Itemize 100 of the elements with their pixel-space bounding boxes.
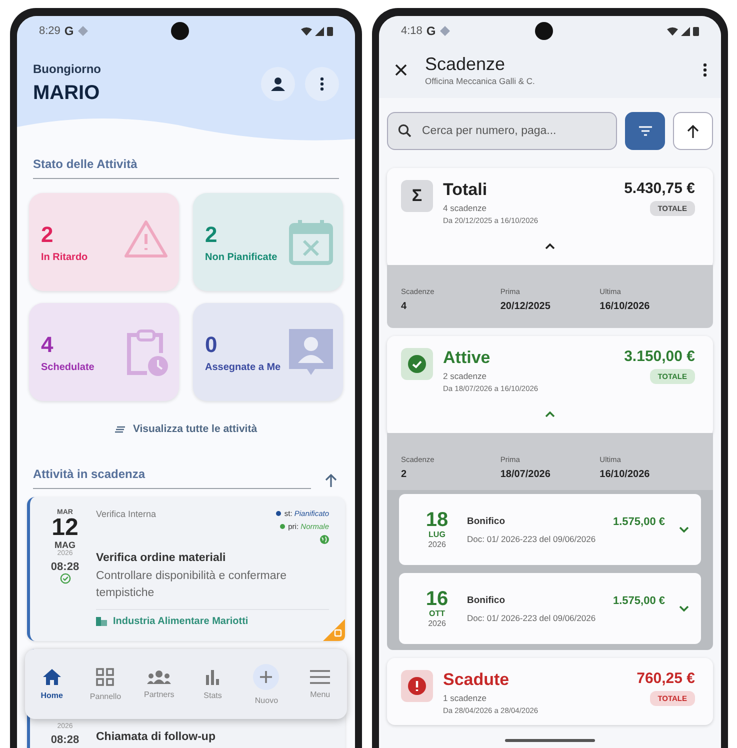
stat-label: Non Pianificate	[205, 252, 278, 262]
day-number: 12	[52, 516, 78, 540]
stat-value: 4	[41, 332, 54, 358]
person-icon	[271, 76, 285, 90]
payment-method: Bonifico	[467, 594, 505, 606]
filter-button[interactable]	[625, 112, 665, 150]
person-icon	[289, 329, 333, 377]
item-amount: 1.575,00 €	[613, 516, 665, 528]
status-carrier: G	[426, 24, 436, 38]
group-title: Attive	[443, 348, 492, 368]
stat-value: 16/10/2026	[600, 469, 651, 480]
view-all-link[interactable]: Visualizza tutte le attività	[112, 421, 260, 437]
menu-icon	[310, 670, 330, 684]
battery-icon	[327, 26, 334, 36]
building-icon	[96, 616, 107, 626]
signal-icon	[315, 26, 324, 36]
deadline-item[interactable]: 18 LUG 2026 Bonifico 1.575,00 € Doc: 01/ 2026-223 del 09/06/2026	[399, 494, 701, 565]
nav-item[interactable]: Home	[32, 664, 72, 704]
stat-value: 2	[41, 222, 54, 248]
activity-title: Verifica ordine materiali	[96, 552, 227, 564]
front-camera-icon	[171, 22, 190, 40]
deadline-count: 1 scadenze	[443, 693, 488, 703]
day-number: 16	[426, 589, 448, 609]
section-title: Attività in scadenza	[33, 467, 311, 489]
stat-value: 4	[401, 301, 408, 312]
payment-method: Bonifico	[467, 516, 505, 528]
dashboard-icon	[96, 668, 114, 686]
group-icon	[147, 670, 172, 684]
status-time: 4:18	[401, 25, 422, 37]
more-button[interactable]	[701, 61, 709, 79]
deadline-count: 2 scadenze	[443, 371, 488, 381]
filter-icon	[638, 126, 652, 136]
sort-button[interactable]	[323, 472, 339, 489]
nav-item[interactable]: Partners	[139, 666, 180, 702]
company-name: Industria Alimentare Mariotti	[113, 616, 248, 626]
plus-icon	[253, 664, 280, 690]
section-title: Stato delle Attività	[33, 157, 339, 179]
screen-subtitle: Officina Meccanica Galli & C.	[425, 76, 536, 86]
sort-button[interactable]	[673, 112, 713, 150]
activity-description: Controllare disponibilità e confermare tempistiche	[96, 569, 288, 602]
deadline-item[interactable]: 16 OTT 2026 Bonifico 1.575,00 € Doc: 01/ 2026-223 del 09/06/2026	[399, 573, 701, 644]
group-title: Scadute	[443, 670, 510, 690]
activity-title: Chiamata di follow-up	[96, 730, 216, 742]
status-carrier: G	[64, 24, 74, 38]
expand-button[interactable]	[677, 604, 691, 614]
signal-icon	[681, 26, 690, 36]
user-name: MARIO	[33, 82, 101, 105]
diamond-icon	[440, 26, 450, 36]
nav-item[interactable]: Stats	[192, 664, 233, 704]
deadline-count: 4 scadenze	[443, 203, 488, 213]
screen-title: Scadenze	[425, 54, 506, 75]
stat-card[interactable]: 4 Schedulate	[29, 303, 179, 401]
status-time: 8:29	[39, 25, 60, 37]
chevron-up-icon	[545, 411, 555, 417]
total-amount: 5.430,75 €	[624, 180, 695, 197]
document-reference: Doc: 01/ 2026-223 del 09/06/2026	[467, 612, 597, 622]
front-camera-icon	[535, 22, 554, 40]
stat-value: 16/10/2026	[600, 301, 651, 312]
search-field[interactable]: Cerca per numero, paga...	[387, 112, 617, 150]
stat-value: 2	[205, 222, 218, 248]
home-icon	[42, 668, 61, 684]
stat-label: Assegnate a Me	[205, 362, 281, 372]
stat-card[interactable]: 2 In Ritardo	[29, 193, 179, 291]
stat-card[interactable]: 0 Assegnate a Me	[193, 303, 343, 401]
stat-value: 20/12/2025	[500, 301, 552, 312]
group-title: Totali	[443, 180, 488, 200]
expand-button[interactable]	[677, 524, 691, 534]
stat-value: 2	[401, 469, 408, 480]
more-button[interactable]	[305, 66, 339, 100]
greeting-text: Buongiorno	[33, 62, 102, 76]
stat-card[interactable]: 2 Non Pianificate	[193, 193, 343, 291]
wifi-icon	[301, 26, 312, 36]
more-icon	[703, 63, 707, 77]
time-label: 08:28	[50, 734, 80, 746]
close-button[interactable]	[393, 62, 409, 78]
list-icon	[114, 426, 125, 432]
stat-label: In Ritardo	[41, 252, 88, 262]
nav-item[interactable]: Menu	[300, 666, 340, 702]
month-label: LUG	[428, 530, 446, 539]
chevron-down-icon	[679, 526, 689, 532]
time-label: 08:28	[50, 561, 80, 573]
year-label: 2026	[428, 540, 446, 549]
item-amount: 1.575,00 €	[613, 594, 665, 606]
activity-type: Verifica Interna	[96, 509, 156, 521]
chevron-down-icon	[679, 606, 689, 612]
nav-item[interactable]: Nuovo	[246, 660, 286, 708]
chevron-up-icon	[545, 243, 555, 249]
arrow-up-icon	[687, 124, 699, 138]
globe-icon	[320, 535, 329, 544]
clipboard-clock-icon	[125, 329, 169, 377]
day-number: 18	[426, 510, 448, 530]
total-amount: 760,25 €	[636, 670, 695, 687]
stat-value: 0	[205, 332, 218, 358]
nav-item[interactable]: Pannello	[85, 664, 126, 704]
profile-button[interactable]	[261, 66, 295, 100]
battery-icon	[693, 26, 700, 36]
sigma-icon: Σ	[401, 180, 433, 212]
bar-chart-icon	[204, 668, 221, 684]
month-label: OTT	[429, 609, 445, 618]
wifi-icon	[667, 26, 678, 36]
